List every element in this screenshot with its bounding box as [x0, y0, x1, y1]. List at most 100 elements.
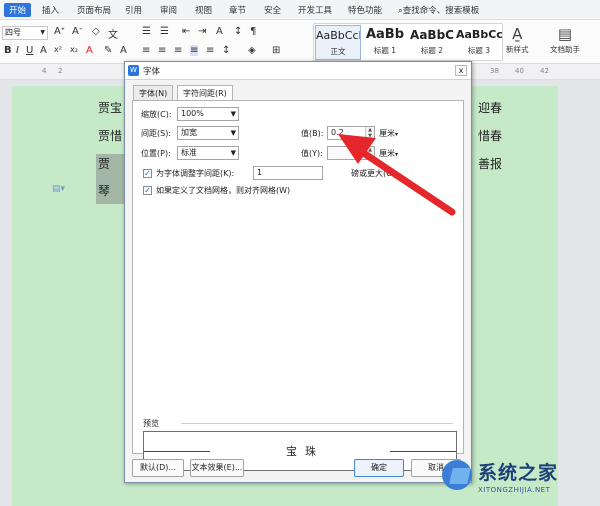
- tab-page-layout[interactable]: 页面布局: [77, 4, 111, 16]
- line-spacing-icon[interactable]: ↕: [222, 45, 230, 56]
- spinner-arrows-icon[interactable]: ▲ ▼: [365, 147, 374, 159]
- chevron-down-icon: ▾: [395, 151, 399, 158]
- bullets-icon[interactable]: ☰: [142, 26, 151, 37]
- numbering-icon[interactable]: ☰: [160, 26, 169, 37]
- grow-font-icon[interactable]: Aᐩ: [54, 26, 65, 37]
- text-direction-icon[interactable]: A: [216, 26, 223, 37]
- scale-select[interactable]: 100% ▼: [177, 107, 239, 121]
- align-left-icon[interactable]: ≡: [142, 45, 150, 56]
- spinner-arrows-icon[interactable]: ▲ ▼: [365, 127, 374, 139]
- chevron-down-icon: ▼: [230, 149, 236, 157]
- strikethrough-icon[interactable]: A: [40, 45, 47, 56]
- grid-checkbox[interactable]: ✓: [143, 186, 152, 195]
- ok-button[interactable]: 确定: [354, 459, 404, 477]
- new-style-button[interactable]: A̱ 新样式: [506, 24, 529, 55]
- shading-icon[interactable]: ◈: [248, 45, 256, 56]
- tab-developer[interactable]: 开发工具: [298, 4, 332, 16]
- tab-review[interactable]: 审阅: [160, 4, 177, 16]
- subscript-icon[interactable]: x₂: [70, 45, 78, 54]
- font-color-icon[interactable]: A: [86, 45, 93, 56]
- clear-format-icon[interactable]: ◇: [92, 26, 100, 37]
- font-size-select[interactable]: 四号 ▼: [2, 26, 48, 40]
- font-dialog: W 字体 x 字体(N) 字符间距(R) 缩放(C): 100% ▼ 间距(S):…: [124, 61, 472, 483]
- tab-section[interactable]: 章节: [229, 4, 246, 16]
- tab-insert[interactable]: 插入: [42, 4, 59, 16]
- underline-icon[interactable]: U: [26, 45, 33, 56]
- position-select[interactable]: 标准 ▼: [177, 146, 239, 160]
- close-button[interactable]: x: [455, 65, 467, 76]
- default-button[interactable]: 默认(D)...: [132, 459, 184, 477]
- phonetic-icon[interactable]: 文: [108, 26, 118, 41]
- spacing-value: 加宽: [181, 128, 197, 137]
- spacing-by-field[interactable]: 0.2 ▲ ▼: [327, 126, 375, 140]
- style-heading-2[interactable]: AaBbC 标题 2: [409, 25, 455, 60]
- kerning-value: 1: [257, 168, 263, 177]
- position-by-label: 值(Y):: [301, 149, 323, 158]
- tab-char-spacing[interactable]: 字符间距(R): [177, 85, 233, 101]
- align-right-icon[interactable]: ≡: [174, 45, 182, 56]
- house-logo-icon: [449, 468, 471, 484]
- decrease-indent-icon[interactable]: ⇤: [182, 26, 190, 37]
- highlight-icon[interactable]: ✎: [104, 45, 112, 56]
- show-marks-icon[interactable]: ¶: [250, 26, 256, 37]
- distribute-icon[interactable]: ≡: [206, 45, 214, 56]
- ruler-tick: 40: [515, 67, 524, 75]
- preview-baseline: [390, 451, 456, 452]
- spacing-unit-text: 厘米: [379, 129, 395, 138]
- command-search[interactable]: ⌕查找命令、搜索模板: [398, 4, 479, 16]
- style-sample: AaBbCc: [456, 28, 502, 41]
- position-by-field[interactable]: ▲ ▼: [327, 146, 375, 160]
- doc-text-left: 贾宝: [98, 101, 123, 115]
- text-effects-button[interactable]: 文本效果(E)...: [190, 459, 244, 477]
- spacing-unit[interactable]: 厘米▾: [379, 128, 398, 139]
- kerning-field[interactable]: 1: [253, 166, 323, 180]
- chevron-down-icon: ▼: [230, 110, 236, 118]
- bold-icon[interactable]: B: [4, 45, 12, 56]
- font-size-value: 四号: [5, 28, 21, 37]
- spacing-select[interactable]: 加宽 ▼: [177, 126, 239, 140]
- dialog-title-bar[interactable]: W 字体 x: [125, 62, 471, 80]
- ruler-tick: 42: [540, 67, 549, 75]
- style-sample: AaBbCcI: [316, 29, 360, 42]
- tab-home[interactable]: 开始: [4, 3, 32, 17]
- tab-view[interactable]: 视图: [195, 4, 212, 16]
- spacing-by-label: 值(B):: [301, 129, 324, 138]
- ruler-tick: 4: [42, 67, 47, 75]
- char-shading-icon[interactable]: A: [120, 45, 127, 56]
- dialog-title: 字体: [143, 67, 161, 77]
- grid-label: 如果定义了文档网格，则对齐网格(W): [156, 186, 291, 195]
- justify-icon[interactable]: ≡: [190, 45, 199, 56]
- watermark-url: XITONGZHIJIA.NET: [478, 486, 551, 494]
- scale-label: 缩放(C):: [141, 110, 172, 119]
- style-name: 标题 1: [373, 46, 397, 55]
- tab-references[interactable]: 引用: [125, 4, 142, 16]
- borders-icon[interactable]: ⊞: [272, 45, 280, 56]
- tab-features[interactable]: 特色功能: [348, 4, 382, 16]
- align-center-icon[interactable]: ≡: [158, 45, 166, 56]
- sort-icon[interactable]: ↕: [234, 26, 242, 37]
- spacing-by-value: 0.2: [331, 128, 344, 137]
- increase-indent-icon[interactable]: ⇥: [198, 26, 206, 37]
- style-heading-1[interactable]: AaBb 标题 1: [362, 25, 408, 60]
- chevron-down-icon: ▼: [230, 129, 236, 137]
- new-style-label: 新样式: [506, 45, 529, 54]
- style-heading-3[interactable]: AaBbCc 标题 3: [456, 25, 502, 60]
- kerning-label: 为字体调整字间距(K):: [156, 169, 235, 178]
- preview-baseline: [144, 451, 210, 452]
- tab-security[interactable]: 安全: [264, 4, 281, 16]
- doc-helper-label: 文档助手: [550, 45, 580, 54]
- position-label: 位置(P):: [141, 149, 171, 158]
- ribbon-toolbar: 四号 ▼ Aᐩ Aᐨ ◇ 文 B I U A x² x₂ A ✎ A ☰ ☰ ⇤ …: [0, 20, 600, 64]
- preview-label: 预览: [143, 419, 159, 428]
- doc-helper-button[interactable]: ▤ 文档助手: [550, 24, 580, 55]
- position-unit[interactable]: 厘米▾: [379, 148, 398, 159]
- italic-icon[interactable]: I: [16, 45, 19, 56]
- style-normal[interactable]: AaBbCcI 正文: [315, 25, 361, 60]
- superscript-icon[interactable]: x²: [54, 45, 62, 54]
- tab-font[interactable]: 字体(N): [133, 85, 174, 100]
- style-sample: AaBb: [365, 27, 405, 42]
- shrink-font-icon[interactable]: Aᐨ: [72, 26, 83, 37]
- style-gallery: AaBbCcI 正文 AaBb 标题 1 AaBbC 标题 2 AaBbCc 标…: [313, 23, 503, 61]
- kerning-checkbox[interactable]: ✓: [143, 169, 152, 178]
- paragraph-marker-icon[interactable]: ▤▾: [52, 184, 65, 194]
